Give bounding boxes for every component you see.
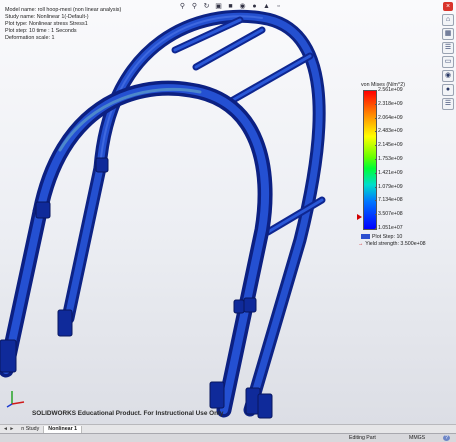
folder-icon[interactable]: ▭: [442, 56, 454, 68]
legend-tick: [375, 228, 377, 229]
graphics-viewport[interactable]: Model name: roll hoop-mexi (non linear a…: [0, 0, 456, 424]
legend-tick: [375, 117, 377, 119]
task-pane-tabs: ⌂ ▦ ☰ ▭ ◉ ● ☰: [442, 14, 454, 110]
rotate-icon[interactable]: ↻: [202, 2, 211, 11]
legend-yield: → Yield strength: 3.500e+08: [358, 241, 426, 247]
yield-marker-icon: [357, 214, 362, 220]
legend-value: 1.753e+09: [378, 156, 403, 162]
deformation-scale: Deformation scale: 1: [5, 34, 55, 41]
display-style-icon[interactable]: ■: [226, 2, 235, 11]
help-icon[interactable]: ?: [443, 435, 450, 441]
tab-study[interactable]: n Study: [17, 425, 45, 433]
legend-tick: [375, 159, 377, 160]
legend-value: 1.051e+07: [378, 225, 403, 231]
legend-color-bar: [363, 90, 377, 230]
plot-step: Plot step: 10 time : 1 Seconds: [5, 27, 77, 34]
legend-tick: [375, 90, 377, 91]
parts-icon[interactable]: ▦: [442, 28, 454, 40]
close-icon[interactable]: ×: [443, 2, 453, 11]
view-orientation-icon[interactable]: ▣: [214, 2, 223, 11]
search-icon[interactable]: ⚲: [178, 2, 187, 11]
legend-value: 2.483e+09: [378, 128, 403, 135]
properties-icon[interactable]: ☰: [442, 98, 454, 110]
yield-label: Yield strength: 3.500e+08: [365, 241, 426, 247]
tab-nonlinear-1[interactable]: Nonlinear 1: [44, 425, 83, 433]
legend-value: 3.507e+08: [378, 211, 403, 218]
appearance-icon[interactable]: ●: [250, 2, 259, 11]
palette-icon[interactable]: ●: [442, 84, 454, 96]
triad-axes-icon: [6, 391, 25, 408]
yield-arrow-icon: →: [358, 241, 364, 247]
legend-tick: [375, 145, 377, 147]
monitor-icon[interactable]: ▫: [274, 2, 283, 11]
appearance-panel-icon[interactable]: ◉: [442, 70, 454, 82]
study-name: Study name: Nonlinear 1(-Default-): [5, 13, 89, 20]
scene-icon[interactable]: ▲: [262, 2, 271, 11]
legend-value: 2.145e+09: [378, 142, 403, 149]
legend-value: 2.318e+09: [378, 100, 403, 107]
plot-step-label: Plot Step: 10: [372, 234, 403, 240]
heads-up-toolbar: ⚲ ⚲ ↻ ▣ ■ ◉ ● ▲ ▫: [178, 1, 283, 12]
tab-scroll-arrows[interactable]: ◄ ►: [0, 426, 17, 432]
legend-value: 1.079e+09: [378, 183, 403, 190]
legend-tick: [375, 186, 377, 188]
library-icon[interactable]: ☰: [442, 42, 454, 54]
hide-show-icon[interactable]: ◉: [238, 2, 247, 11]
legend-value: 2.064e+09: [378, 114, 403, 121]
plot-step-icon[interactable]: [361, 234, 370, 240]
front-hoop: [0, 80, 273, 418]
plot-type: Plot type: Nonlinear stress Stress1: [5, 20, 88, 27]
educational-watermark: SOLIDWORKS Educational Product. For Inst…: [32, 410, 224, 417]
legend-tick: [375, 103, 377, 105]
legend-value: 7.134e+08: [378, 197, 403, 204]
zoom-icon[interactable]: ⚲: [190, 2, 199, 11]
home-icon[interactable]: ⌂: [442, 14, 454, 26]
legend-tick: [375, 172, 377, 174]
legend-tick: [375, 214, 377, 216]
study-info-block: Model name: roll hoop-mexi (non linear a…: [5, 7, 121, 42]
study-tabs-bar: ◄ ► n Study Nonlinear 1: [0, 424, 456, 433]
model-name: Model name: roll hoop-mexi (non linear a…: [5, 7, 122, 13]
legend-tick: [375, 131, 377, 133]
legend-tick: [375, 200, 377, 202]
legend-value: 1.421e+09: [378, 169, 403, 176]
legend-plot-step[interactable]: Plot Step: 10: [361, 234, 402, 240]
legend-value: 2.561e+09: [378, 87, 403, 93]
